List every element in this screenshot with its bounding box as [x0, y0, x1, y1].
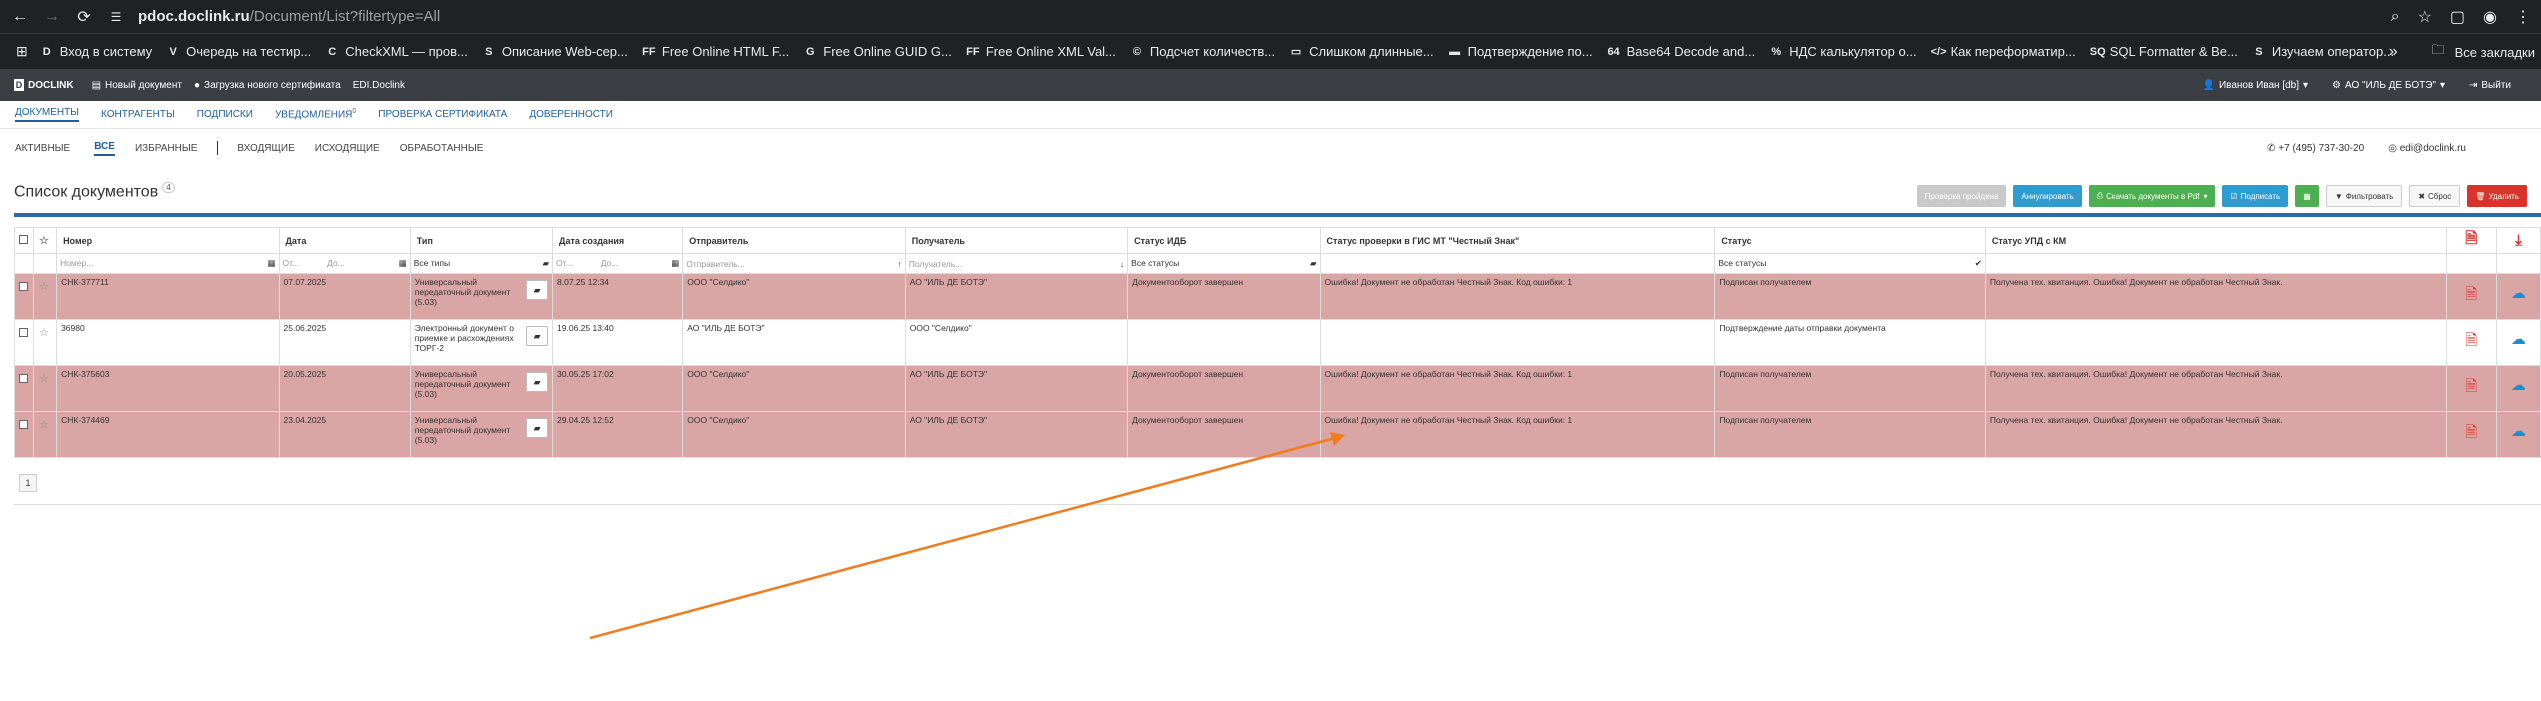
annotation-arrow-line [589, 436, 1336, 640]
annotation-arrow [589, 432, 1345, 640]
annotation-arrow-head [1330, 432, 1345, 446]
